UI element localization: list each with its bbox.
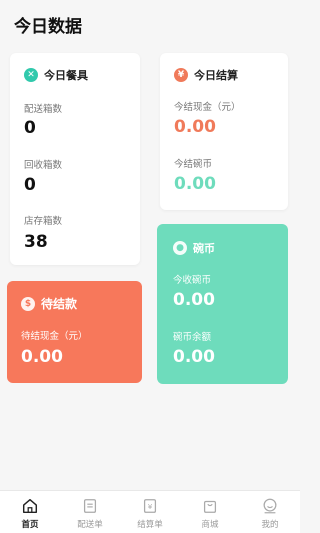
- close-circle-icon: ✕: [24, 68, 38, 82]
- pending-card-header: $ 待结款: [21, 295, 77, 312]
- tab-settlement-orders-label: 结算单: [137, 520, 163, 530]
- shopping-bag-icon: [203, 500, 217, 513]
- bottom-tab-bar: 首页 配送单 ¥ 结算单 商城 我的: [0, 490, 300, 533]
- received-coin-label: 今收碗币: [173, 275, 212, 286]
- tab-profile-label: 我的: [261, 520, 279, 530]
- pending-cash-label: 待结现金（元）: [21, 331, 88, 342]
- settled-cash-label: 今结现金（元）: [174, 102, 241, 113]
- tab-home[interactable]: 首页: [0, 491, 60, 533]
- recycled-boxes-label: 回收箱数: [24, 160, 63, 171]
- coin-card[interactable]: ● 碗币 今收碗币 0.00 碗币余额 0.00: [157, 224, 288, 384]
- stored-boxes-value: 38: [24, 232, 48, 252]
- tab-mall[interactable]: 商城: [180, 491, 240, 533]
- tableware-card[interactable]: ✕ 今日餐具 配送箱数 0 回收箱数 0 店存箱数 38: [10, 53, 140, 265]
- tab-home-label: 首页: [21, 520, 39, 530]
- coin-balance-value: 0.00: [173, 347, 215, 367]
- pending-payment-card[interactable]: $ 待结款 待结现金（元） 0.00: [7, 281, 142, 383]
- coin-card-header: ● 碗币: [173, 240, 215, 256]
- delivery-boxes-value: 0: [24, 118, 36, 138]
- tab-delivery-orders-label: 配送单: [77, 520, 103, 530]
- tab-delivery-orders[interactable]: 配送单: [60, 491, 120, 533]
- receipt-icon: ¥: [143, 499, 157, 513]
- money-bag-icon: $: [21, 296, 35, 311]
- document-icon: [83, 499, 97, 513]
- user-icon: [263, 498, 277, 514]
- coin-icon: ●: [173, 241, 187, 255]
- tab-profile[interactable]: 我的: [240, 491, 300, 533]
- coin-card-title: 碗币: [193, 242, 215, 255]
- delivery-boxes-label: 配送箱数: [24, 104, 63, 115]
- yen-icon: ¥: [174, 68, 188, 82]
- svg-text:¥: ¥: [148, 502, 153, 511]
- tab-settlement-orders[interactable]: ¥ 结算单: [120, 491, 180, 533]
- stored-boxes-label: 店存箱数: [24, 216, 63, 227]
- tableware-card-header: ✕ 今日餐具: [24, 67, 88, 83]
- settlement-card-title: 今日结算: [194, 69, 238, 82]
- settlement-card[interactable]: ¥ 今日结算 今结现金（元） 0.00 今结碗币 0.00: [160, 53, 288, 210]
- recycled-boxes-value: 0: [24, 175, 36, 195]
- settlement-card-header: ¥ 今日结算: [174, 67, 238, 83]
- tableware-card-title: 今日餐具: [44, 69, 88, 82]
- settled-coin-value: 0.00: [174, 174, 216, 194]
- settled-coin-label: 今结碗币: [174, 159, 213, 170]
- received-coin-value: 0.00: [173, 290, 215, 310]
- pending-cash-value: 0.00: [21, 347, 63, 367]
- coin-balance-label: 碗币余额: [173, 332, 212, 343]
- tab-mall-label: 商城: [201, 520, 219, 530]
- home-icon: [22, 498, 38, 514]
- page-title: 今日数据: [14, 17, 82, 37]
- settled-cash-value: 0.00: [174, 117, 216, 137]
- pending-card-title: 待结款: [41, 297, 78, 311]
